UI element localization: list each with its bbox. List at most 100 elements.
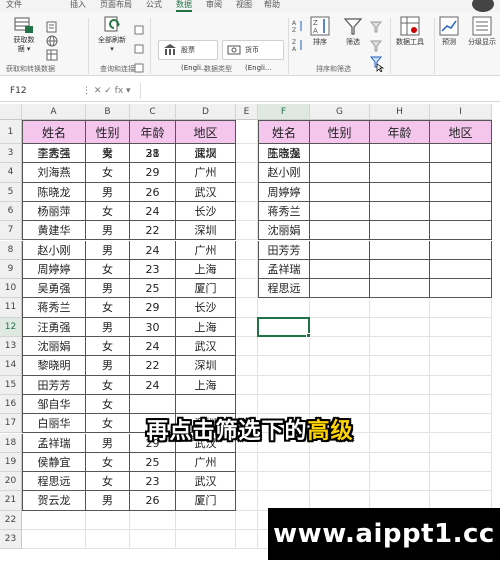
criteria-cell[interactable] — [430, 259, 492, 280]
criteria-cell[interactable] — [310, 201, 370, 222]
edit-links-icon[interactable] — [134, 63, 144, 73]
row-header-8[interactable]: 8 — [0, 240, 22, 260]
criteria-cell[interactable] — [310, 144, 370, 164]
cell[interactable] — [370, 298, 430, 318]
table-data-cell[interactable]: 赵小刚 — [22, 240, 86, 260]
table-data-cell[interactable]: 23 — [130, 472, 176, 492]
tab-file[interactable]: 文件 — [6, 0, 22, 10]
criteria-cell[interactable]: 赵小刚 — [258, 163, 310, 183]
table-data-cell[interactable]: 男 — [86, 144, 130, 164]
tab-formulas[interactable]: 公式 — [146, 0, 162, 10]
cell[interactable] — [430, 472, 492, 492]
criteria-header-cell[interactable]: 地区 — [430, 120, 492, 144]
table-data-cell[interactable]: 24 — [130, 375, 176, 395]
cell[interactable] — [236, 530, 258, 550]
criteria-cell[interactable] — [370, 163, 430, 183]
cell[interactable] — [310, 337, 370, 357]
table-data-cell[interactable]: 女 — [86, 337, 130, 357]
cell[interactable] — [236, 491, 258, 511]
tab-page-layout[interactable]: 页面布局 — [100, 0, 132, 10]
cell[interactable] — [130, 530, 176, 550]
avatar[interactable] — [472, 0, 494, 12]
filter-button[interactable]: 筛选 — [340, 16, 366, 47]
table-data-cell[interactable]: 厦门 — [176, 279, 236, 299]
table-data-cell[interactable]: 26 — [130, 182, 176, 202]
table-data-cell[interactable]: 女 — [86, 163, 130, 183]
table-data-cell[interactable] — [130, 394, 176, 415]
criteria-cell[interactable] — [430, 279, 492, 299]
table-data-cell[interactable]: 26 — [130, 491, 176, 511]
row-header-20[interactable]: 20 — [0, 472, 22, 492]
table-data-cell[interactable]: 侯静宜 — [22, 452, 86, 473]
cell[interactable] — [236, 259, 258, 280]
table-data-cell[interactable]: 贺云龙 — [22, 491, 86, 511]
table-data-cell[interactable]: 25 — [130, 279, 176, 299]
table-data-cell[interactable]: 女 — [86, 472, 130, 492]
cell[interactable] — [236, 120, 258, 144]
cell[interactable] — [258, 452, 310, 473]
table-data-cell[interactable]: 武汉 — [176, 472, 236, 492]
column-header-e[interactable]: E — [236, 104, 258, 120]
table-data-cell[interactable]: 22 — [130, 356, 176, 376]
cell[interactable] — [236, 356, 258, 376]
cell[interactable] — [236, 163, 258, 183]
row-header-16[interactable]: 16 — [0, 394, 22, 415]
sort-button[interactable]: ZA 排序 — [308, 16, 332, 47]
criteria-cell[interactable]: 田芳芳 — [258, 240, 310, 260]
criteria-cell[interactable] — [310, 163, 370, 183]
table-data-cell[interactable]: 深圳 — [176, 221, 236, 241]
column-header-i[interactable]: I — [430, 104, 492, 120]
tab-insert[interactable]: 插入 — [70, 0, 86, 10]
fill-handle[interactable] — [306, 333, 311, 338]
row-header-13[interactable]: 13 — [0, 337, 22, 357]
table-header-cell[interactable]: 性别 — [86, 120, 130, 144]
table-data-cell[interactable]: 汪勇强 — [22, 317, 86, 337]
column-header-b[interactable]: B — [86, 104, 130, 120]
table-data-cell[interactable]: 陈晓龙 — [22, 182, 86, 202]
criteria-cell[interactable] — [430, 221, 492, 241]
table-data-cell[interactable]: 厦门 — [176, 491, 236, 511]
criteria-cell[interactable] — [430, 163, 492, 183]
table-data-cell[interactable]: 深圳 — [176, 356, 236, 376]
table-data-cell[interactable]: 男 — [86, 279, 130, 299]
queries-icon[interactable] — [134, 25, 144, 35]
tab-view[interactable]: 视图 — [236, 0, 252, 10]
criteria-header-cell[interactable]: 姓名 — [258, 120, 310, 144]
table-data-cell[interactable]: 男 — [86, 221, 130, 241]
table-header-cell[interactable]: 姓名 — [22, 120, 86, 144]
cell[interactable] — [310, 394, 370, 415]
row-header-15[interactable]: 15 — [0, 375, 22, 395]
criteria-cell[interactable] — [310, 240, 370, 260]
criteria-cell[interactable] — [370, 182, 430, 202]
cell[interactable] — [176, 510, 236, 530]
cell[interactable] — [370, 472, 430, 492]
column-header-a[interactable]: A — [22, 104, 86, 120]
table-data-cell[interactable]: 沈丽娟 — [22, 337, 86, 357]
table-data-cell[interactable]: 广州 — [176, 163, 236, 183]
table-data-cell[interactable]: 吴勇强 — [22, 279, 86, 299]
table-header-cell[interactable]: 地区 — [176, 120, 236, 144]
cell[interactable] — [310, 356, 370, 376]
table-data-cell[interactable]: 邹自华 — [22, 394, 86, 415]
cell[interactable] — [310, 298, 370, 318]
formula-input[interactable] — [140, 83, 496, 99]
cell[interactable] — [310, 375, 370, 395]
cell[interactable] — [236, 375, 258, 395]
from-table-button[interactable] — [46, 46, 58, 61]
table-data-cell[interactable]: 男 — [86, 240, 130, 260]
table-data-cell[interactable]: 女 — [86, 259, 130, 280]
properties-icon[interactable] — [134, 44, 144, 54]
cell[interactable] — [370, 356, 430, 376]
cell[interactable] — [430, 337, 492, 357]
refresh-all-button[interactable]: 全部刷新 ▾ — [92, 16, 132, 54]
cell[interactable] — [130, 510, 176, 530]
cell[interactable] — [258, 394, 310, 415]
cell[interactable] — [236, 182, 258, 202]
table-data-cell[interactable]: 29 — [130, 163, 176, 183]
cell[interactable] — [236, 298, 258, 318]
cell[interactable] — [236, 472, 258, 492]
cell[interactable] — [258, 356, 310, 376]
name-box[interactable]: F12 — [4, 84, 74, 98]
table-data-cell[interactable]: 深圳 — [176, 144, 236, 164]
table-data-cell[interactable]: 周婷婷 — [22, 259, 86, 280]
